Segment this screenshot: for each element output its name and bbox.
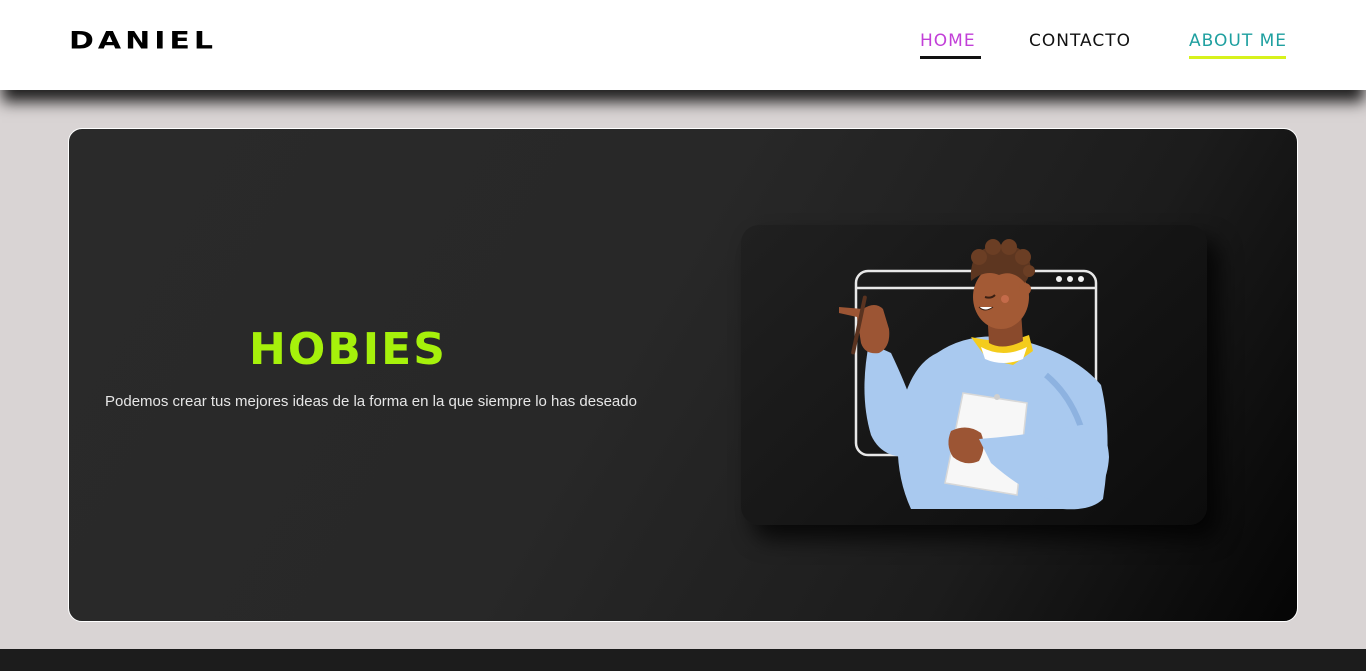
nav-link-contacto-label: CONTACTO [1029,31,1131,51]
nav-link-about-label: ABOUT ME [1189,31,1288,51]
illustration-card [741,225,1207,525]
navbar: DANIEL HOME CONTACTO ABOUT ME [0,0,1366,90]
hero-title: HOBIES [249,324,447,375]
nav-link-about-me[interactable]: ABOUT ME [1189,31,1288,59]
footer [0,649,1366,671]
nav-link-contacto[interactable]: CONTACTO [1029,31,1131,51]
hero-card: HOBIES Podemos crear tus mejores ideas d… [68,128,1298,622]
logo[interactable]: DANIEL [69,27,217,55]
nav-link-home[interactable]: HOME [920,31,981,59]
nav-home-underline [920,56,981,59]
nav-link-home-label: HOME [920,31,976,51]
hero-description: Podemos crear tus mejores ideas de la fo… [105,393,637,410]
nav-about-underline [1189,56,1286,59]
person-illustration-icon [839,239,1109,510]
